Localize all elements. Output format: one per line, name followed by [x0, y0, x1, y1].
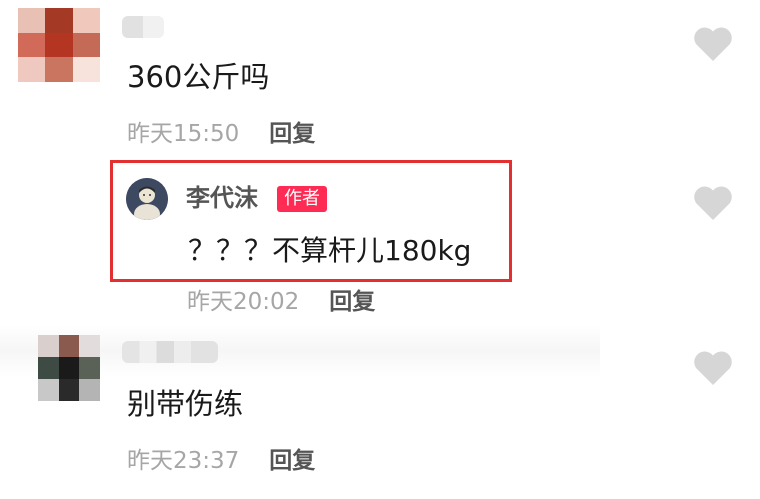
heart-icon[interactable] [693, 350, 733, 386]
heart-icon[interactable] [693, 26, 733, 62]
reply-button[interactable]: 回复 [269, 448, 315, 474]
author-avatar[interactable] [126, 178, 168, 220]
comment-text: 360公斤吗 [127, 60, 270, 94]
avatar-pixelated[interactable] [18, 8, 100, 82]
comment-text: 别带伤练 [127, 387, 244, 421]
author-name[interactable]: 李代沫 [186, 186, 258, 210]
author-badge: 作者 [277, 186, 327, 212]
heart-icon[interactable] [693, 185, 733, 221]
comment-meta: 昨天23:37 回复 [127, 450, 315, 473]
comment-time: 昨天23:37 [127, 448, 240, 474]
comment-text: ？？？不算杆儿180kg [188, 234, 472, 267]
comment-meta: 昨天20:02 回复 [187, 291, 375, 314]
comment-time: 昨天20:02 [187, 289, 300, 315]
reply-button[interactable]: 回复 [329, 289, 375, 315]
comment-list: 360公斤吗 昨天15:50 回复 李代沫 作者 ？？？不算杆儿180kg 昨天2… [0, 0, 760, 499]
username-blurred[interactable] [122, 16, 164, 38]
username-blurred[interactable] [122, 341, 218, 363]
comment-meta: 昨天15:50 回复 [127, 123, 315, 146]
avatar-pixelated[interactable] [38, 335, 100, 401]
reply-button[interactable]: 回复 [269, 121, 315, 147]
comment-time: 昨天15:50 [127, 121, 240, 147]
